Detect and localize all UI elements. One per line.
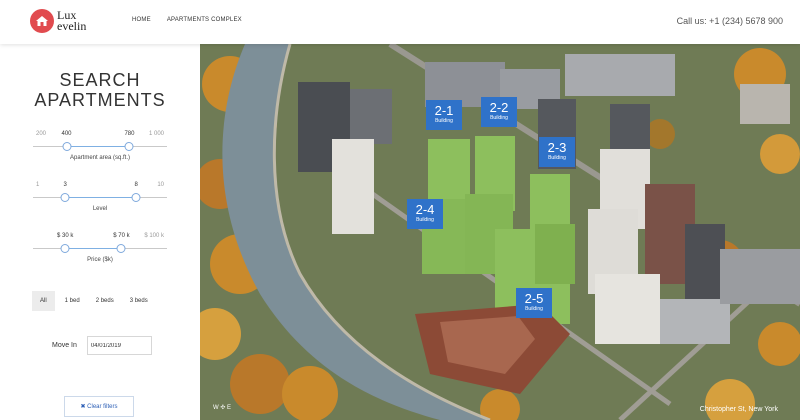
area-range: [66, 146, 130, 147]
price-max-handle[interactable]: [116, 244, 126, 253]
header: Lux evelin HOME APARTMENTS COMPLEX Call …: [0, 0, 800, 44]
price-max: $ 100 k: [144, 233, 164, 239]
beds-3-button[interactable]: 3 beds: [126, 291, 152, 311]
building-marker-2-3[interactable]: 2-3 Building: [539, 137, 575, 167]
level-min-handle[interactable]: [60, 193, 70, 202]
compass-icon: W ✣ E: [213, 405, 232, 411]
level-label: Level: [92, 206, 108, 212]
area-min: 200: [36, 131, 47, 137]
building-marker-2-4[interactable]: 2-4 Building: [407, 199, 443, 229]
area-min-handle[interactable]: [62, 142, 71, 151]
beds-all-button[interactable]: All: [32, 291, 55, 311]
area-slider: 200 400 780 1 000 Apartment area (sq.ft.…: [0, 131, 200, 181]
price-slider: $ 30 k $ 70 k $ 100 k Price ($k): [0, 233, 200, 283]
page-title: SEARCH APARTMENTS: [34, 70, 166, 110]
area-from-value: 400: [61, 131, 72, 137]
level-from-value: 3: [63, 182, 67, 188]
phone-number[interactable]: Call us: +1 (234) 5678 900: [677, 16, 783, 26]
building-marker-2-5[interactable]: 2-5 Building: [516, 288, 552, 318]
nav-home[interactable]: HOME: [132, 17, 151, 23]
area-label: Apartment area (sq.ft.): [69, 155, 131, 161]
bedroom-filter: All 1 bed 2 beds 3 beds: [32, 291, 160, 311]
level-max-handle[interactable]: [131, 193, 141, 202]
level-min: 1: [36, 182, 40, 188]
price-label: Price ($k): [87, 257, 113, 263]
building-marker-2-2[interactable]: 2-2 Building: [481, 97, 517, 127]
level-max: 10: [157, 182, 164, 188]
move-in-date-input[interactable]: [86, 336, 152, 355]
level-to-value: 8: [134, 182, 138, 188]
home-icon: [30, 9, 54, 33]
price-from-value: $ 30 k: [56, 233, 74, 239]
price-min-handle[interactable]: [60, 244, 70, 253]
move-in-label: Move In: [52, 342, 77, 349]
level-slider: 1 3 8 10 Level: [0, 182, 200, 232]
beds-2-button[interactable]: 2 beds: [92, 291, 118, 311]
move-in-group: Move In: [52, 336, 152, 355]
area-max: 1 000: [148, 131, 164, 137]
price-to-value: $ 70 k: [113, 233, 130, 239]
logo[interactable]: Lux evelin: [30, 9, 93, 33]
location-caption: Christopher St, New York: [699, 406, 778, 413]
complex-map[interactable]: 2-1 Building 2-2 Building 2-3 Building 2…: [200, 44, 800, 420]
clear-filters-button[interactable]: ✖ Clear filters: [64, 396, 134, 417]
level-range: [65, 197, 137, 198]
search-sidebar: SEARCH APARTMENTS 200 400 780 1 000 Apar…: [0, 44, 200, 420]
beds-1-button[interactable]: 1 bed: [61, 291, 84, 311]
area-to-value: 780: [124, 131, 135, 137]
main-nav: HOME APARTMENTS COMPLEX: [132, 17, 242, 23]
area-max-handle[interactable]: [124, 142, 134, 151]
logo-text: Lux evelin: [57, 8, 87, 33]
price-range: [65, 248, 122, 249]
building-marker-2-1[interactable]: 2-1 Building: [426, 100, 462, 130]
nav-apartments-complex[interactable]: APARTMENTS COMPLEX: [167, 17, 242, 23]
